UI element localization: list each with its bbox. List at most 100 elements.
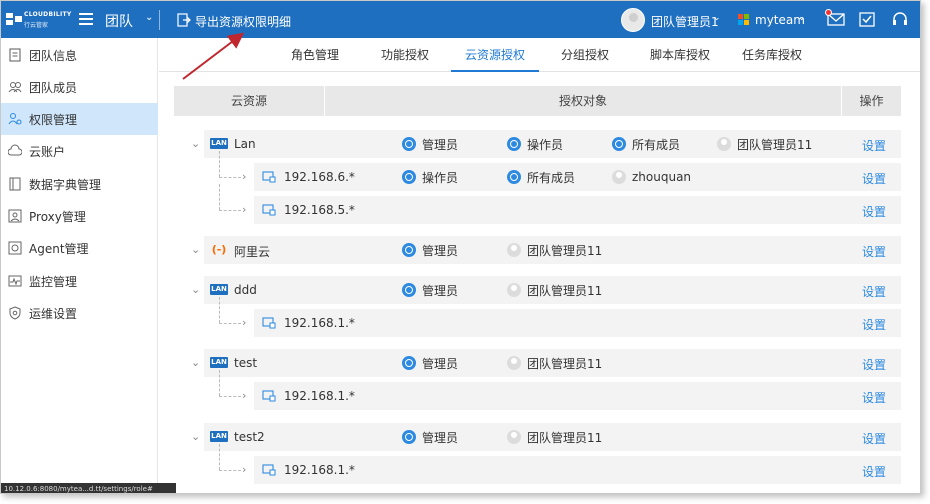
chevron-right-icon[interactable]: › — [242, 203, 246, 216]
tree-line — [219, 444, 220, 470]
table-row: ⌄ (-) 阿里云 管理员 团队管理员11 设置 — [174, 236, 901, 264]
auth-target-label: 所有成员 — [527, 170, 576, 185]
team-switcher-label[interactable]: 团队 — [105, 11, 133, 31]
auth-target-label: 团队管理员11 — [527, 283, 603, 298]
chevron-down-icon[interactable]: ⌄ — [145, 12, 153, 23]
resource-name[interactable]: 192.168.1.* — [284, 463, 355, 477]
column-header-action[interactable]: 操作 — [842, 86, 901, 116]
auth-target-label: 所有成员 — [632, 137, 681, 152]
resource-name[interactable]: test2 — [234, 430, 265, 444]
tab-script-auth[interactable]: 脚本库授权 — [637, 38, 723, 72]
subnet-icon — [262, 204, 276, 216]
settings-link[interactable]: 设置 — [862, 170, 886, 187]
chevron-right-icon[interactable]: › — [242, 316, 246, 329]
chevron-right-icon[interactable]: › — [242, 389, 246, 402]
settings-link[interactable]: 设置 — [862, 283, 886, 300]
tab-cloud-resource-auth[interactable]: 云资源授权 — [451, 38, 539, 72]
export-permissions-button[interactable]: 导出资源权限明细 — [195, 13, 291, 30]
tree-line — [219, 210, 241, 211]
settings-link[interactable]: 设置 — [862, 243, 886, 260]
task-check-icon[interactable] — [859, 11, 875, 27]
auth-target-label: 管理员 — [422, 356, 459, 371]
auth-target: 管理员 — [402, 242, 458, 258]
auth-target-label: 团队管理员11 — [527, 243, 603, 258]
notification-badge — [825, 9, 832, 16]
resource-name[interactable]: Lan — [234, 137, 256, 151]
sidebar-item-label: Agent管理 — [29, 241, 89, 256]
agent-icon — [8, 241, 22, 255]
resource-name[interactable]: 阿里云 — [234, 243, 270, 260]
subnet-icon — [262, 464, 276, 476]
tree-line — [219, 396, 241, 397]
status-url-bar: 10.12.0.6:8080/mytea...d.tt/settings/rol… — [1, 483, 176, 493]
auth-target: 团队管理员11 — [507, 242, 602, 258]
auth-target: 所有成员 — [612, 136, 680, 152]
tab-bar: 角色管理 功能授权 云资源授权 分组授权 脚本库授权 任务库授权 — [159, 38, 920, 72]
sidebar-item-members[interactable]: 团队成员 — [1, 71, 158, 103]
resource-name[interactable]: ddd — [234, 283, 257, 297]
chevron-down-icon[interactable]: ⌄ — [191, 137, 200, 150]
chevron-down-icon[interactable]: ⌄ — [191, 430, 200, 443]
top-bar: CLOUDBILITY 行云管家 团队 ⌄ 导出资源权限明细 团队管理员1 ⌄ … — [1, 1, 920, 38]
monitor-icon — [8, 275, 22, 287]
table-row: › 192.168.5.* 设置 — [174, 184, 901, 224]
tab-roles[interactable]: 角色管理 — [277, 38, 353, 72]
sidebar-item-label: 数据字典管理 — [29, 177, 102, 192]
settings-link[interactable]: 设置 — [862, 430, 886, 447]
auth-target: 所有成员 — [507, 169, 575, 185]
settings-link[interactable]: 设置 — [862, 137, 886, 154]
sidebar-item-team-info[interactable]: 团队信息 — [1, 39, 158, 71]
chevron-down-icon[interactable]: ⌄ — [191, 243, 200, 256]
table-header: 云资源 授权对象 操作 — [174, 86, 901, 116]
settings-link[interactable]: 设置 — [862, 356, 886, 373]
chevron-right-icon[interactable]: › — [242, 170, 246, 183]
chevron-down-icon[interactable]: ⌄ — [191, 283, 200, 296]
app-window: CLOUDBILITY 行云管家 团队 ⌄ 导出资源权限明细 团队管理员1 ⌄ … — [0, 0, 921, 494]
sidebar-item-agent[interactable]: Agent管理 — [1, 232, 158, 264]
auth-target-label: 团队管理员11 — [527, 356, 603, 371]
export-icon[interactable] — [177, 13, 191, 27]
resource-name[interactable]: test — [234, 356, 257, 370]
settings-link[interactable]: 设置 — [862, 389, 886, 406]
logo[interactable]: CLOUDBILITY 行云管家 — [6, 9, 71, 31]
resource-name[interactable]: 192.168.6.* — [284, 170, 355, 184]
sidebar-item-label: Proxy管理 — [29, 209, 86, 224]
sidebar-item-cloud-account[interactable]: 云账户 — [1, 135, 158, 167]
auth-target-label: zhouquan — [632, 170, 692, 184]
chevron-down-icon[interactable]: ⌄ — [798, 13, 806, 23]
resource-name[interactable]: 192.168.1.* — [284, 316, 355, 330]
settings-link[interactable]: 设置 — [862, 203, 886, 220]
user-name[interactable]: 团队管理员1 — [651, 13, 719, 30]
tab-group-auth[interactable]: 分组授权 — [547, 38, 623, 72]
auth-target-label: 操作员 — [422, 170, 459, 185]
lan-icon: LAN — [210, 138, 228, 149]
sidebar-item-label: 权限管理 — [29, 112, 78, 127]
lan-icon: LAN — [210, 431, 228, 442]
user-avatar-icon — [507, 356, 521, 370]
settings-link[interactable]: 设置 — [862, 463, 886, 480]
menu-icon[interactable] — [79, 13, 93, 25]
sidebar-item-dictionary[interactable]: 数据字典管理 — [1, 168, 158, 200]
auth-target-label: 管理员 — [422, 243, 459, 258]
sidebar-item-proxy[interactable]: Proxy管理 — [1, 200, 158, 232]
dictionary-icon — [9, 177, 21, 191]
avatar[interactable] — [621, 8, 645, 32]
user-avatar-icon — [612, 170, 626, 184]
chevron-right-icon[interactable]: › — [242, 463, 246, 476]
tab-function-auth[interactable]: 功能授权 — [367, 38, 443, 72]
column-header-resource[interactable]: 云资源 — [174, 86, 324, 116]
column-header-target[interactable]: 授权对象 — [325, 86, 841, 116]
resource-name[interactable]: 192.168.1.* — [284, 389, 355, 403]
chevron-down-icon[interactable]: ⌄ — [713, 13, 721, 23]
resource-name[interactable]: 192.168.5.* — [284, 203, 355, 217]
proxy-icon — [8, 209, 22, 223]
tree-line — [219, 151, 220, 177]
settings-link[interactable]: 设置 — [862, 316, 886, 333]
sidebar-item-permissions[interactable]: 权限管理 — [1, 103, 158, 135]
sidebar-item-ops-settings[interactable]: 运维设置 — [1, 297, 158, 329]
support-headset-icon[interactable] — [891, 11, 909, 27]
tab-task-auth[interactable]: 任务库授权 — [729, 38, 815, 72]
sidebar-item-monitor[interactable]: 监控管理 — [1, 265, 158, 297]
chevron-down-icon[interactable]: ⌄ — [191, 356, 200, 369]
tree-line — [219, 470, 241, 471]
